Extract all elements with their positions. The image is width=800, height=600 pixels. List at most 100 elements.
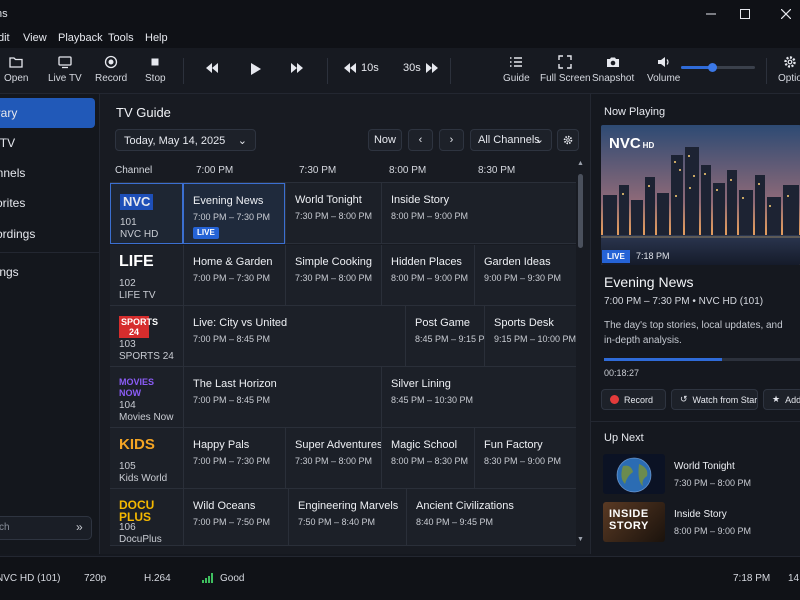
up-next-title: Up Next: [604, 432, 644, 444]
page-title: TV Guide: [116, 105, 171, 120]
play-button[interactable]: [250, 62, 262, 76]
add-favorite-button[interactable]: ★ Add t: [763, 389, 800, 410]
guide-button[interactable]: Guide: [503, 54, 530, 84]
channel-cell[interactable]: NVC 101 NVC HD: [110, 183, 183, 244]
volume-button[interactable]: Volume: [647, 54, 680, 84]
live-badge: LIVE: [193, 227, 219, 239]
rewind-button[interactable]: 10s: [344, 62, 379, 74]
maximize-icon[interactable]: [734, 3, 756, 25]
program-cell[interactable]: The Last Horizon 7:00 PM – 8:45 PM: [183, 367, 381, 428]
stop-icon: [151, 58, 159, 66]
section-divider: [591, 421, 800, 422]
watch-from-start-button[interactable]: ↺ Watch from Start: [671, 389, 758, 410]
sidebar-item-settings[interactable]: ttings: [0, 257, 95, 287]
toolbar: Open Live TV Record Stop 10s 30s Guide F…: [0, 48, 800, 94]
volume-slider[interactable]: [681, 63, 755, 72]
video-preview[interactable]: NVC HD: [601, 125, 800, 265]
channel-cell[interactable]: SPORTS 24 103 SPORTS 24: [110, 306, 183, 367]
status-resolution: 720p: [84, 573, 107, 584]
up-next-item[interactable]: INSIDE STORY Inside Story 8:00 PM – 9:00…: [603, 502, 793, 542]
program-cell[interactable]: Evening News 7:00 PM – 7:30 PM LIVE: [183, 183, 285, 244]
guide-scrollbar[interactable]: ▲ ▼: [577, 160, 584, 544]
menu-playback[interactable]: Playback: [58, 32, 103, 44]
minimize-icon[interactable]: [700, 3, 722, 25]
program-cell[interactable]: Silver Lining 8:45 PM – 10:30 PM: [381, 367, 576, 428]
sidebar-divider: [0, 252, 100, 253]
program-cell[interactable]: World Tonight 7:30 PM – 8:00 PM: [285, 183, 381, 244]
sidebar-item-favorites[interactable]: vorites: [0, 188, 95, 218]
forward-button[interactable]: 30s: [403, 62, 438, 74]
sidebar-item-recordings[interactable]: cordings: [0, 219, 95, 249]
channel-cell[interactable]: DOCU PLUS 106 DocuPlus: [110, 489, 183, 546]
volume-slider-handle[interactable]: [708, 63, 718, 72]
program-cell[interactable]: Live: City vs United 7:00 PM – 8:45 PM: [183, 306, 405, 367]
folder-icon: [9, 57, 23, 68]
fullscreen-button[interactable]: Full Screen: [540, 54, 591, 84]
menu-help[interactable]: Help: [145, 32, 168, 44]
options-button[interactable]: Optio: [778, 54, 800, 84]
status-signal: Good: [220, 573, 245, 584]
program-cell[interactable]: Happy Pals 7:00 PM – 7:30 PM: [183, 428, 285, 489]
live-tv-button[interactable]: Live TV: [48, 54, 82, 84]
current-show-meta: 7:00 PM – 7:30 PM • NVC HD (101): [604, 296, 764, 307]
title-bar: ns: [0, 0, 800, 28]
program-cell[interactable]: Engineering Marvels 7:50 PM – 8:40 PM: [288, 489, 406, 546]
now-button[interactable]: Now: [368, 129, 402, 151]
guide-grid: Channel 7:00 PM 7:30 PM 8:00 PM 8:30 PM …: [110, 158, 576, 546]
skip-next-button[interactable]: [290, 62, 304, 74]
camera-icon: [607, 57, 620, 67]
up-next-item[interactable]: World Tonight 7:30 PM – 8:00 PM: [603, 454, 793, 494]
playback-progress[interactable]: [604, 358, 800, 361]
program-cell[interactable]: Sports Desk 9:15 PM – 10:00 PM: [484, 306, 576, 367]
channel-cell[interactable]: LIFE 102 LIFE TV: [110, 245, 183, 306]
program-cell[interactable]: Wild Oceans 7:00 PM – 7:50 PM: [183, 489, 288, 546]
now-playing-panel: Now Playing NVC HD LIVE 7:18 PM Evening …: [590, 94, 800, 554]
channel-cell[interactable]: MOVIES NOW 104 Movies Now: [110, 367, 183, 428]
program-cell[interactable]: Inside Story 8:00 PM – 9:00 PM: [381, 183, 576, 244]
program-cell[interactable]: Fun Factory 8:30 PM – 9:00 PM: [474, 428, 576, 489]
channel-filter[interactable]: All Channels ⌄: [470, 129, 552, 151]
collapse-sidebar-icon[interactable]: »: [76, 520, 83, 534]
program-cell[interactable]: Home & Garden 7:00 PM – 7:30 PM: [183, 245, 285, 306]
skip-next-icon: [291, 63, 303, 73]
previous-button[interactable]: ‹: [408, 129, 433, 151]
current-time-overlay: 7:18 PM: [636, 251, 670, 261]
current-show-description: The day's top stories, local updates, an…: [604, 320, 783, 346]
channel-column-header: Channel: [115, 165, 153, 176]
channel-cell[interactable]: KIDS 105 Kids World: [110, 428, 183, 489]
menu-tools[interactable]: Tools: [108, 32, 134, 44]
record-show-button[interactable]: Record: [601, 389, 666, 410]
menu-edit[interactable]: dit: [0, 32, 10, 44]
date-selector[interactable]: Today, May 14, 2025 ⌄: [115, 129, 256, 151]
scroll-down-icon[interactable]: ▼: [577, 536, 584, 543]
status-extra: 14: [788, 573, 800, 584]
chevron-right-icon: ›: [449, 134, 454, 146]
program-cell[interactable]: Super Adventures 7:30 PM – 8:00 PM: [285, 428, 382, 489]
program-cell[interactable]: Magic School 8:00 PM – 8:30 PM: [381, 428, 474, 489]
stop-button[interactable]: Stop: [145, 54, 166, 84]
list-icon: [510, 57, 523, 67]
scroll-up-icon[interactable]: ▲: [577, 160, 584, 167]
menu-view[interactable]: View: [23, 32, 47, 44]
guide-settings-button[interactable]: [557, 129, 579, 151]
open-button[interactable]: Open: [4, 54, 28, 84]
next-button[interactable]: ›: [439, 129, 464, 151]
channel-logo: KIDS: [119, 436, 155, 453]
search-input[interactable]: ch »: [0, 516, 92, 540]
snapshot-button[interactable]: Snapshot: [592, 54, 634, 84]
record-icon: [104, 55, 118, 69]
tv-icon: [58, 56, 72, 69]
scrollbar-thumb[interactable]: [578, 174, 583, 248]
program-cell[interactable]: Post Game 8:45 PM – 9:15 PM: [405, 306, 492, 367]
globe-image: [603, 454, 665, 494]
program-cell[interactable]: Ancient Civilizations 8:40 PM – 9:45 PM: [406, 489, 576, 546]
program-cell[interactable]: Garden Ideas 9:00 PM – 9:30 PM: [474, 245, 576, 306]
sidebar-item-live-tv[interactable]: e TV: [0, 128, 95, 158]
sidebar-item-library[interactable]: brary: [0, 98, 95, 128]
program-cell[interactable]: Simple Cooking 7:30 PM – 8:00 PM: [285, 245, 381, 306]
close-icon[interactable]: [775, 3, 797, 25]
skip-previous-button[interactable]: [205, 62, 219, 74]
record-button[interactable]: Record: [95, 54, 127, 84]
program-cell[interactable]: Hidden Places 8:00 PM – 9:00 PM: [381, 245, 474, 306]
sidebar-item-channels[interactable]: annels: [0, 158, 95, 188]
